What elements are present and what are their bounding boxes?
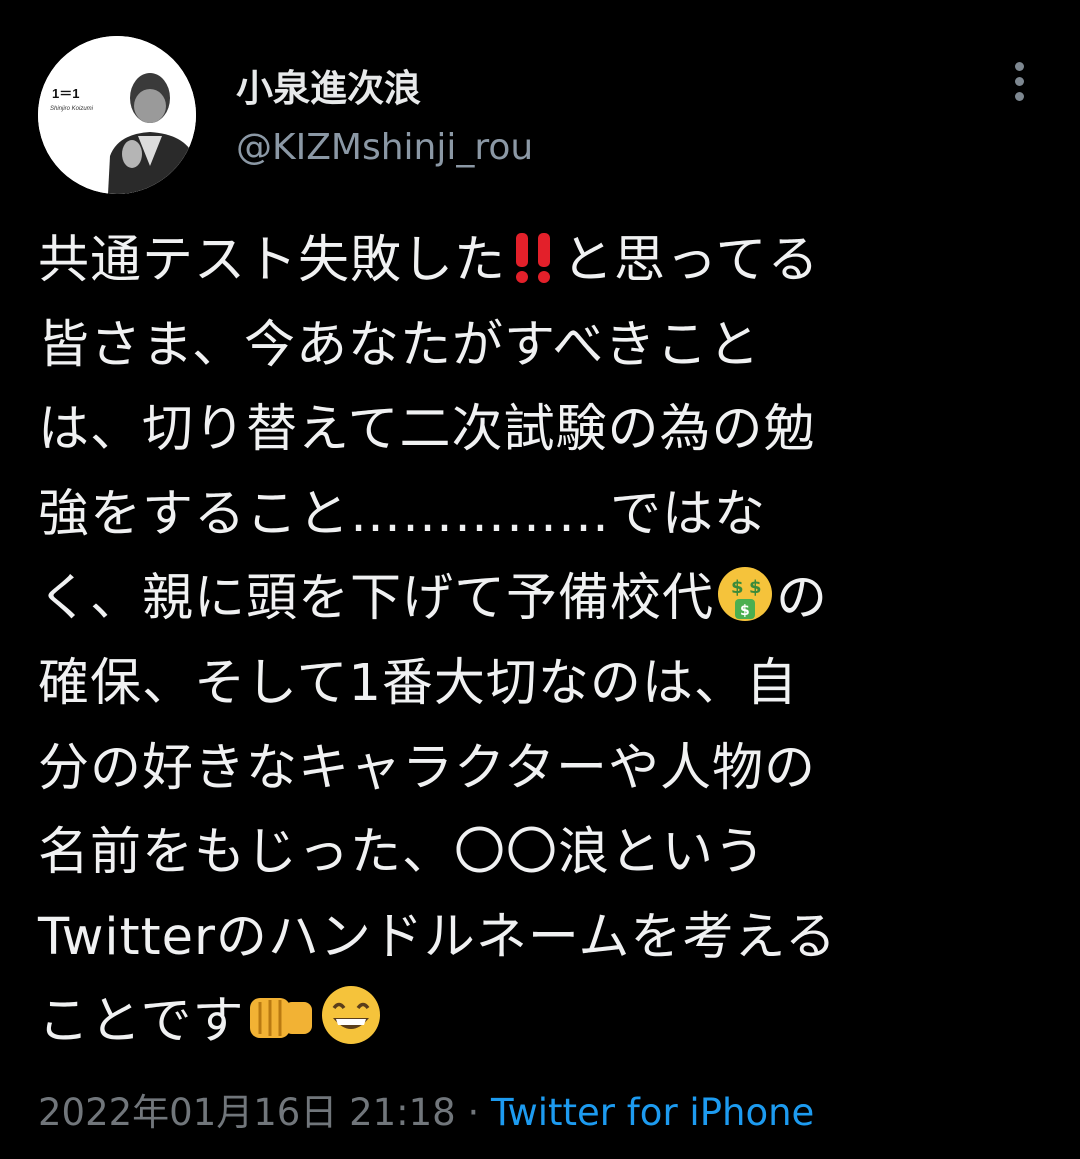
- tweet-line: 分の好きなキャラクターや人物の: [38, 727, 1048, 812]
- tweet-line: 皆さま、今あなたがすべきこと: [38, 304, 1048, 389]
- timestamp[interactable]: 2022年01月16日 21:18: [38, 1091, 456, 1134]
- oncoming-fist-emoji: [246, 988, 316, 1073]
- tweet-meta: 2022年01月16日 21:18 · Twitter for iPhone: [38, 1082, 814, 1136]
- more-button[interactable]: [1000, 56, 1040, 108]
- svg-text:$: $: [740, 603, 751, 619]
- tweet-text-segment: 分の好きなキャラクターや人物の: [38, 738, 816, 798]
- money-mouth-emoji: $ $ $: [716, 565, 774, 650]
- handle[interactable]: @KIZMshinji_rou: [236, 127, 533, 168]
- tweet-line: 共通テスト失敗した と思ってる: [38, 219, 1048, 304]
- tweet-line: ことです: [38, 980, 1048, 1065]
- tweet-text-segment: と思ってる: [562, 231, 820, 290]
- tweet-line: 強をすること……………ではな: [38, 473, 1048, 558]
- grinning-face-emoji: [320, 984, 382, 1073]
- display-name[interactable]: 小泉進次浪: [236, 58, 421, 112]
- tweet-line: 名前をもじった、〇〇浪という: [38, 811, 1048, 896]
- avatar[interactable]: 1＝1 Shinjiro Koizumi: [38, 36, 196, 194]
- tweet-line: Twitterのハンドルネームを考える: [38, 896, 1048, 981]
- tweet-text-segment: 皆さま、今あなたがすべきこと: [38, 315, 761, 375]
- tweet-text-segment: 名前をもじった、〇〇浪という: [38, 823, 767, 883]
- svg-text:$: $: [731, 577, 745, 598]
- tweet-line: く、親に頭を下げて予備校代 $ $ $ の: [38, 557, 1048, 642]
- meta-separator: ·: [455, 1091, 492, 1134]
- tweet-text-segment: は、切り替えて二次試験の為の勉: [38, 400, 816, 460]
- tweet-text-segment: Twitterのハンドルネームを考える: [38, 907, 837, 967]
- source-link[interactable]: Twitter for iPhone: [491, 1091, 814, 1134]
- tweet-text-segment: 確保、そして1番大切なのは、自: [38, 653, 798, 713]
- double-exclamation-emoji: [508, 227, 560, 312]
- avatar-image: 1＝1 Shinjiro Koizumi: [38, 36, 196, 194]
- tweet-line: は、切り替えて二次試験の為の勉: [38, 388, 1048, 473]
- more-vertical-icon-dot: [1015, 62, 1024, 71]
- svg-text:$: $: [749, 577, 763, 598]
- avatar-text: 1＝1: [52, 86, 79, 101]
- tweet-text-segment: 共通テスト失敗した: [38, 231, 507, 290]
- tweet-text-segment: ことです: [38, 992, 245, 1052]
- tweet-line: 確保、そして1番大切なのは、自: [38, 642, 1048, 727]
- tweet-text: 共通テスト失敗した と思ってる 皆さま、今あなたがすべきこと は、切り替えて二次試…: [38, 219, 1048, 1065]
- avatar-subtext: Shinjiro Koizumi: [50, 106, 94, 112]
- more-vertical-icon-dot: [1015, 92, 1024, 101]
- more-vertical-icon-dot: [1015, 77, 1024, 86]
- tweet-text-segment: の: [776, 569, 829, 629]
- tweet-text-segment: 強をすること……………ではな: [38, 484, 767, 544]
- tweet-text-segment: く、親に頭を下げて予備校代: [38, 569, 715, 629]
